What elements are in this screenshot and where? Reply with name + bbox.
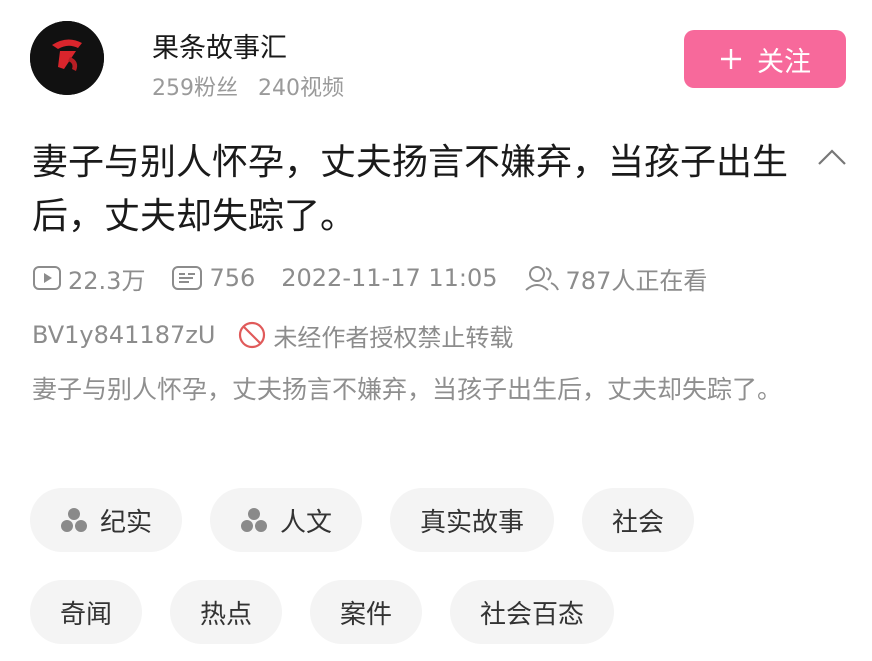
tag-shehui-baitai[interactable]: 社会百态 (450, 580, 615, 644)
comment-count-text: 756 (209, 264, 256, 292)
tag-label: 奇闻 (60, 599, 113, 630)
tag-zhenshi-gushi[interactable]: 真实故事 (390, 488, 555, 552)
play-count-icon (33, 266, 61, 290)
channel-stats: 259粉丝 240视频 (152, 70, 344, 102)
tag-renwen[interactable]: 人文 (210, 488, 363, 552)
avatar-logo-icon (30, 21, 104, 95)
tag-label: 人文 (280, 507, 333, 538)
channel-name[interactable]: 果条故事汇 (152, 26, 287, 65)
tag-anjian[interactable]: 案件 (310, 580, 423, 644)
tag-label: 纪实 (100, 507, 153, 538)
follow-label: 关注 (757, 46, 811, 78)
tag-row: 纪实 人文 真实故事 社会 (30, 488, 722, 552)
view-count: 22.3万 (32, 261, 145, 296)
copyright-notice: 未经作者授权禁止转载 (273, 323, 514, 352)
view-count-text: 22.3万 (68, 266, 146, 295)
watching-count-text: 787人正在看 (565, 266, 708, 295)
tag-row: 奇闻 热点 案件 社会百态 (30, 580, 642, 644)
watching-count: 787人正在看 (524, 261, 708, 296)
tag-label: 社会 (612, 507, 665, 538)
viewers-icon (524, 266, 559, 291)
danmaku-icon (172, 266, 203, 290)
tag-jishi[interactable]: 纪实 (30, 488, 183, 552)
follow-button[interactable]: 关注 (684, 30, 846, 88)
tag-label: 真实故事 (420, 507, 525, 538)
chevron-up-icon[interactable] (816, 146, 848, 168)
plus-icon (721, 49, 741, 69)
video-info: BV1y841187zU 未经作者授权禁止转载 (32, 317, 513, 353)
comment-count: 756 (171, 264, 255, 292)
tag-shehui[interactable]: 社会 (582, 488, 695, 552)
channel-icon (61, 508, 87, 532)
video-count: 240视频 (258, 76, 344, 101)
tag-label: 热点 (200, 599, 253, 630)
no-repost-icon (239, 321, 266, 349)
publish-datetime: 2022-11-17 11:05 (281, 264, 498, 292)
channel-icon (241, 508, 268, 532)
video-title: 妻子与别人怀孕，丈夫扬言不嫌弃，当孩子出生后，丈夫却失踪了。 (32, 142, 789, 237)
channel-avatar[interactable] (30, 21, 104, 95)
bvid[interactable]: BV1y841187zU (32, 321, 215, 349)
video-meta: 22.3万 756 2022-11-17 11:05 787人正在看 (32, 260, 707, 296)
follower-count: 259粉丝 (152, 76, 238, 101)
tag-redian[interactable]: 热点 (170, 580, 283, 644)
tag-qiwen[interactable]: 奇闻 (30, 580, 143, 644)
tag-label: 案件 (340, 599, 393, 630)
video-description: 妻子与别人怀孕，丈夫扬言不嫌弃，当孩子出生后，丈夫却失踪了。 (32, 375, 783, 404)
tag-label: 社会百态 (480, 599, 585, 630)
